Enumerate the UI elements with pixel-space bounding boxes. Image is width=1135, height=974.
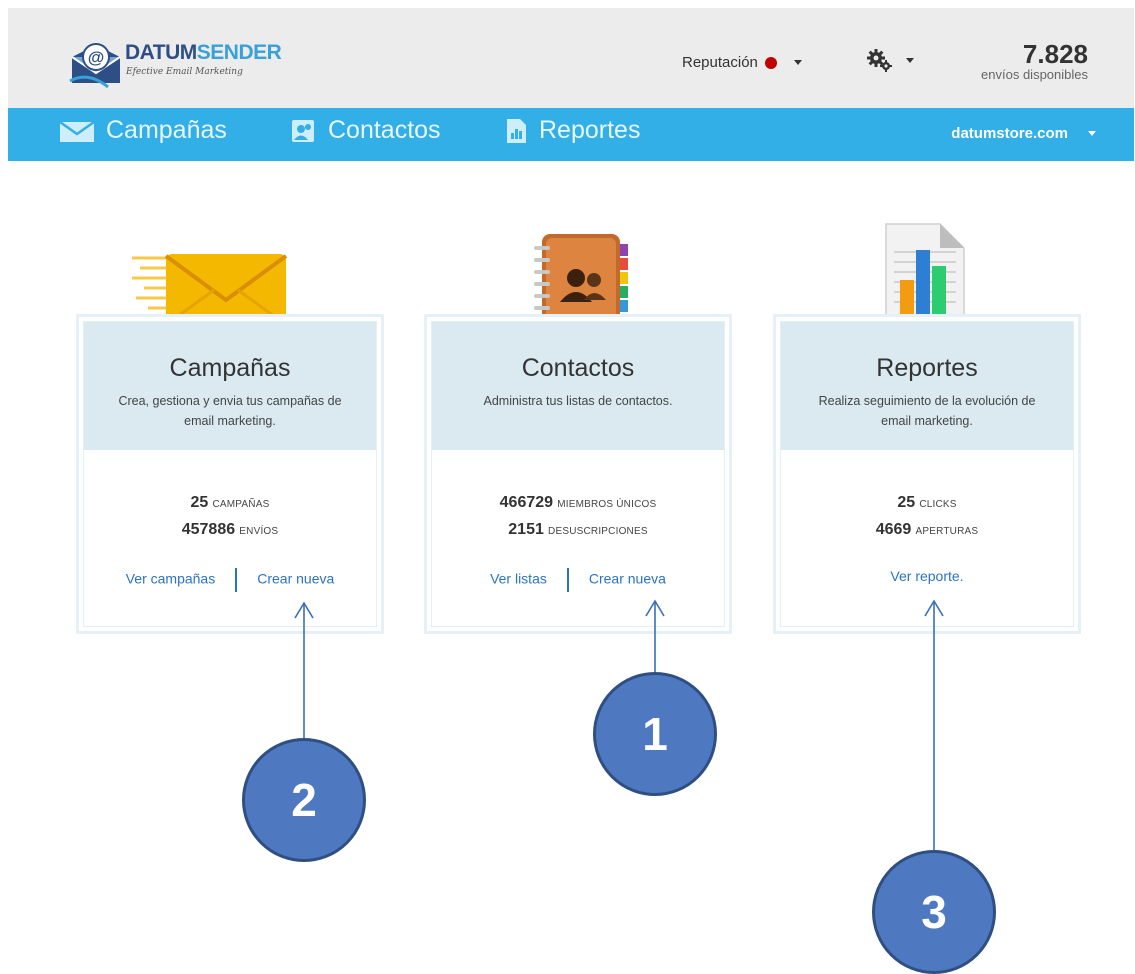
callout-3: 3 [872, 850, 996, 974]
callout-2: 2 [242, 738, 366, 862]
callout-1: 1 [593, 672, 717, 796]
annotation-arrows [294, 599, 944, 856]
